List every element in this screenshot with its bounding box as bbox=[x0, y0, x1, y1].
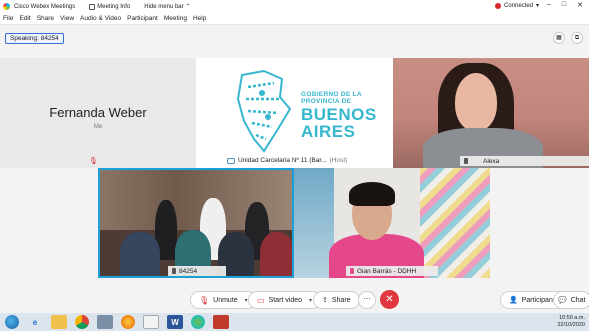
video-tile-gian[interactable]: Gian Barrás - DDHH bbox=[294, 168, 490, 278]
active-speaker-badge: Speaking: 84254 bbox=[5, 33, 64, 44]
menu-participant[interactable]: Participant bbox=[127, 15, 158, 22]
chevron-down-icon[interactable]: ▾ bbox=[309, 297, 312, 304]
menu-view[interactable]: View bbox=[60, 15, 74, 22]
webex-icon[interactable] bbox=[191, 315, 205, 329]
participant-subtitle: Me bbox=[93, 124, 103, 130]
video-tile-alexa[interactable]: Alexa bbox=[393, 58, 589, 168]
window-controls: – □ ✕ bbox=[547, 1, 583, 9]
meeting-info-label: Meeting Info bbox=[97, 3, 131, 10]
hide-menu-bar-label: Hide menu bar bbox=[144, 3, 184, 10]
menu-edit[interactable]: Edit bbox=[19, 15, 30, 22]
share-button[interactable]: ⇪ Share bbox=[313, 291, 360, 309]
chevron-down-icon: ▾ bbox=[536, 3, 540, 9]
menu-help[interactable]: Help bbox=[193, 15, 206, 22]
host-name: Unidad Carcelaria Nº 11 (Bar... bbox=[238, 157, 327, 164]
close-button[interactable]: ✕ bbox=[577, 1, 583, 9]
video-tile-room[interactable]: 84254 bbox=[98, 168, 294, 278]
grid-layout-icon[interactable]: ▦ bbox=[553, 32, 565, 44]
maximize-button[interactable]: □ bbox=[562, 1, 566, 9]
connection-icon bbox=[495, 2, 501, 9]
video-tile-host[interactable]: GOBIERNO DE LA PROVINCIA DE BUENOS AIRES bbox=[196, 58, 393, 168]
chat-button[interactable]: 💬 Chat bbox=[553, 291, 589, 309]
more-options-button[interactable]: ··· bbox=[358, 291, 376, 309]
layout-controls: ▦ ⧉ bbox=[553, 32, 583, 44]
muted-mic-icon: 🎙 bbox=[199, 295, 210, 305]
menu-share[interactable]: Share bbox=[37, 15, 54, 22]
menu-bar: File Edit Share View Audio & Video Parti… bbox=[0, 13, 589, 25]
start-video-button[interactable]: ▭ Start video ▾ bbox=[248, 291, 322, 309]
media-player-icon[interactable] bbox=[143, 315, 159, 329]
province-map-logo bbox=[236, 69, 292, 153]
leave-meeting-button[interactable]: ✕ bbox=[380, 290, 399, 309]
unmute-button[interactable]: 🎙 Unmute ▾ bbox=[190, 291, 257, 309]
file-explorer-icon[interactable] bbox=[51, 315, 67, 329]
acrobat-icon[interactable] bbox=[213, 315, 229, 329]
muted-mic-icon: 🎙 bbox=[89, 158, 98, 165]
phone-icon bbox=[350, 268, 354, 274]
meeting-info-button[interactable]: Meeting Info bbox=[89, 3, 131, 10]
app-icon[interactable] bbox=[97, 315, 113, 329]
fullscreen-icon[interactable]: ⧉ bbox=[571, 32, 583, 44]
province-logo-text: GOBIERNO DE LA PROVINCIA DE BUENOS AIRES bbox=[301, 91, 377, 142]
video-off-icon: ▭ bbox=[257, 295, 265, 305]
participant-name: Fernanda Weber bbox=[49, 105, 147, 120]
meeting-controls: 🎙 Unmute ▾ ▭ Start video ▾ ⇪ Share ··· ✕… bbox=[0, 288, 589, 312]
screen-share-icon bbox=[227, 157, 235, 164]
hide-menu-bar-button[interactable]: Hide menu bar ⌃ bbox=[144, 3, 191, 11]
monitor-icon bbox=[172, 268, 176, 274]
chrome-icon[interactable] bbox=[75, 315, 89, 329]
chat-icon: 💬 bbox=[558, 297, 567, 304]
participant-nametag: 84254 bbox=[168, 266, 226, 276]
participant-nametag: Alexa bbox=[460, 156, 589, 166]
host-tag: (Host) bbox=[329, 157, 348, 164]
menu-meeting[interactable]: Meeting bbox=[164, 15, 187, 22]
webex-logo-icon bbox=[3, 3, 10, 10]
phone-icon bbox=[464, 158, 468, 164]
info-icon bbox=[89, 3, 96, 10]
minimize-button[interactable]: – bbox=[547, 1, 551, 9]
ie-icon[interactable]: e bbox=[27, 315, 43, 329]
share-icon: ⇪ bbox=[322, 297, 328, 304]
firefox-icon[interactable] bbox=[121, 315, 135, 329]
word-icon[interactable]: W bbox=[167, 315, 183, 329]
system-tray-clock[interactable]: 10:50 a.m. 22/10/2020 bbox=[557, 315, 585, 329]
video-tile-me[interactable]: Fernanda Weber Me bbox=[0, 58, 196, 168]
start-button[interactable] bbox=[5, 315, 19, 329]
connection-label: Connected bbox=[504, 2, 534, 9]
participant-nametag: Gian Barrás - DDHH bbox=[346, 266, 438, 276]
os-taskbar: e W 10:50 a.m. 22/10/2020 bbox=[0, 313, 589, 331]
app-title: Cisco Webex Meetings bbox=[14, 3, 76, 10]
title-bar: Cisco Webex Meetings Meeting Info Hide m… bbox=[0, 0, 589, 13]
chevron-up-icon: ⌃ bbox=[185, 4, 191, 10]
participants-icon: 👤 bbox=[509, 297, 518, 304]
menu-audio-video[interactable]: Audio & Video bbox=[80, 15, 121, 22]
connection-status[interactable]: Connected ▾ bbox=[495, 2, 539, 9]
host-name-label: Unidad Carcelaria Nº 11 (Bar... (Host) bbox=[227, 157, 347, 164]
menu-file[interactable]: File bbox=[3, 15, 13, 22]
